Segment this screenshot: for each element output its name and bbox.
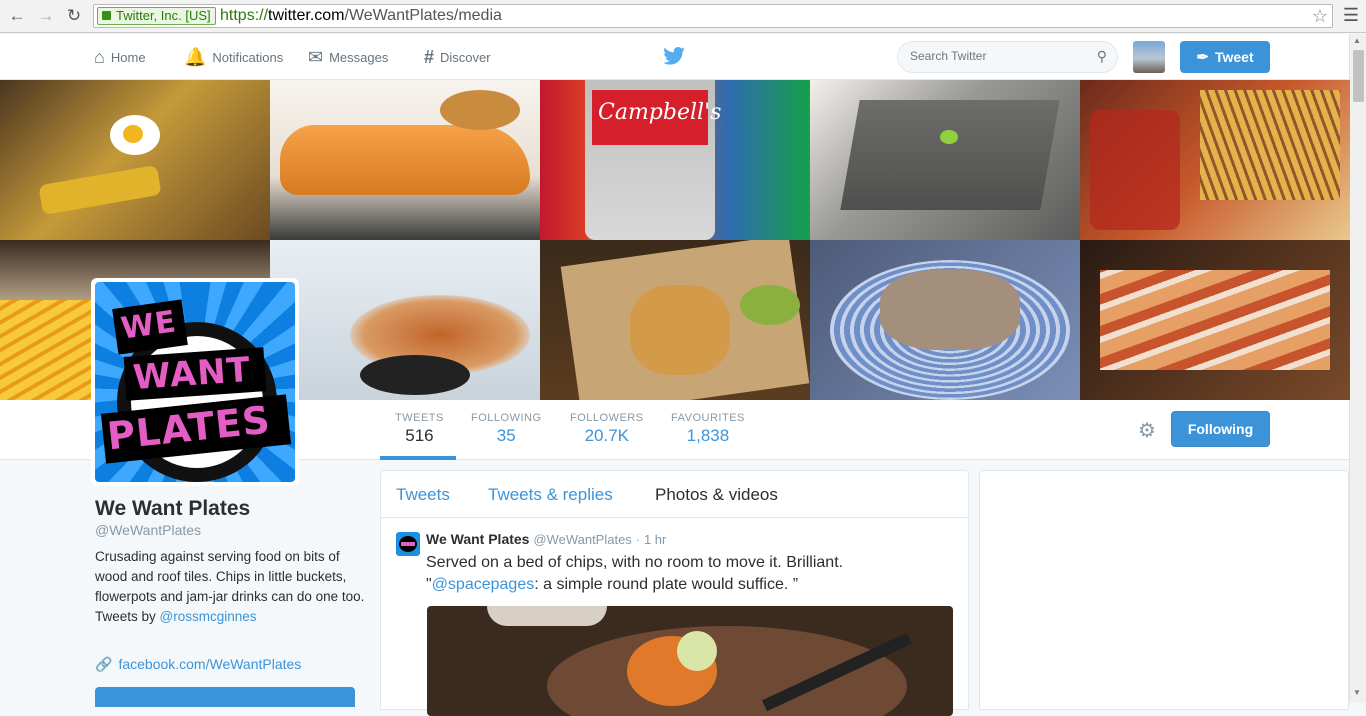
tweet-mention-link[interactable]: @spacepages [432,576,535,593]
tweet-author-handle[interactable]: @WeWantPlates [533,532,631,547]
avatar-logo-image: WE WANT PLATES [95,282,295,482]
stat-followers[interactable]: FOLLOWERS 20.7K [570,412,644,446]
ev-certificate-badge[interactable]: Twitter, Inc. [US] [97,7,216,25]
stat-following-value: 35 [496,426,516,445]
reload-icon[interactable]: ↻ [64,6,84,26]
media-timeline: Tweets Tweets & replies Photos & videos … [380,470,969,716]
hashtag-icon: # [424,46,435,67]
nav-home[interactable]: ⌂ Home [94,34,146,80]
url-text[interactable]: https://twitter.com/WeWantPlates/media [220,7,502,25]
tweet-header: We Want Plates @WeWantPlates · 1 hr [426,531,666,547]
tab-tweets[interactable]: Tweets [396,485,450,505]
scroll-down-arrow-icon[interactable]: ▼ [1353,688,1361,697]
hamburger-menu-icon[interactable]: ☰ [1341,5,1361,25]
scrollbar-thumb[interactable] [1353,50,1364,102]
profile-bio: Crusading against serving food on bits o… [95,547,365,627]
vertical-scrollbar[interactable]: ▲ ▼ [1349,34,1366,703]
right-sidebar [979,470,1349,710]
profile-website-text: facebook.com/WeWantPlates [118,656,302,672]
header-photo-afternoon-tea [1080,240,1350,400]
following-button[interactable]: Following [1171,411,1270,447]
stat-followers-value: 20.7K [584,426,629,445]
search-icon[interactable]: ⚲ [1097,48,1107,65]
lock-icon [102,11,111,20]
nav-discover-label: Discover [440,49,491,65]
nav-home-label: Home [110,49,146,65]
tab-photos-and-videos[interactable]: Photos & videos [655,485,778,505]
tweet-text: Served on a bed of chips, with no room t… [426,552,946,596]
user-avatar[interactable] [1133,41,1165,73]
compose-tweet-button[interactable]: ✒ Tweet [1180,41,1270,73]
link-icon: 🔗 [95,656,113,672]
avatar-text-want: WANT [131,349,253,399]
header-photo-fish-and-chips-box [540,240,810,400]
quill-icon: ✒ [1196,49,1209,66]
header-photo-bread-on-plate [810,240,1080,400]
stat-tweets[interactable]: TWEETS 516 [395,412,444,446]
nav-discover[interactable]: # Discover [424,34,491,80]
stat-following-label: FOLLOWING [471,412,542,424]
header-photo-food-in-shoe [270,80,540,240]
nav-notifications-label: Notifications [212,49,284,65]
stat-favourites-value: 1,838 [686,426,730,445]
url-path: /WeWantPlates/media [344,7,502,24]
compose-tweet-label: Tweet [1214,49,1254,65]
bookmark-star-icon[interactable]: ☆ [1312,6,1328,27]
nav-messages[interactable]: ✉ Messages [308,34,388,80]
sidebar-tweet-to-button[interactable] [95,687,355,707]
tweet-separator: · [635,532,641,547]
back-arrow-icon[interactable]: ← [7,6,27,26]
twitter-topbar: ⌂ Home 🔔 Notifications ✉ Messages # Disc… [0,34,1349,80]
profile-avatar[interactable]: WE WANT PLATES [91,278,299,486]
tweet-author-avatar[interactable] [396,532,420,556]
url-protocol: https:// [220,7,269,24]
envelope-icon: ✉ [308,46,324,67]
profile-website[interactable]: 🔗 facebook.com/WeWantPlates [95,656,301,673]
tweet-body: Served on a bed of chips, with no room t… [426,554,844,571]
search-box[interactable]: ⚲ [897,41,1118,73]
header-photo-food-on-shovel [0,80,270,240]
tweet-timestamp[interactable]: 1 hr [644,532,666,547]
tweet-photo[interactable] [427,606,953,716]
nav-messages-label: Messages [329,49,389,65]
header-photo-soup-can: Campbell's [540,80,810,240]
stat-favourites-label: FAVOURITES [671,412,745,424]
bio-mention-link[interactable]: @rossmcginnes [160,609,257,624]
forward-arrow-icon[interactable]: → [36,6,56,26]
profile-name[interactable]: We Want Plates [95,497,250,521]
ev-label: Twitter, Inc. [US] [116,8,211,23]
stat-tweets-value: 516 [405,426,434,445]
search-input[interactable] [910,49,1080,63]
gear-icon[interactable]: ⚙ [1138,418,1156,443]
active-stat-underline [380,456,456,460]
bell-icon: 🔔 [184,46,207,67]
profile-handle[interactable]: @WeWantPlates [95,522,201,538]
nav-notifications[interactable]: 🔔 Notifications [184,34,283,80]
twitter-bird-icon[interactable] [663,45,685,71]
browser-toolbar: ← → ↻ Twitter, Inc. [US] https://twitter… [0,0,1366,33]
header-photo-slate-block [810,80,1080,240]
tweet-quote-text: : a simple round plate would suffice. ” [534,576,799,593]
stat-tweets-label: TWEETS [395,412,444,424]
address-bar[interactable]: Twitter, Inc. [US] https://twitter.com/W… [93,4,1333,28]
home-icon: ⌂ [94,46,105,67]
scroll-up-arrow-icon[interactable]: ▲ [1353,36,1361,45]
stat-following[interactable]: FOLLOWING 35 [471,412,542,446]
url-host: twitter.com [268,7,345,24]
stat-favourites[interactable]: FAVOURITES 1,838 [671,412,745,446]
tweet-author-name[interactable]: We Want Plates [426,531,529,547]
header-photo-oyster [270,240,540,400]
timeline-tabs: Tweets Tweets & replies Photos & videos [381,471,968,518]
stat-followers-label: FOLLOWERS [570,412,644,424]
header-photo-jar-drink-fries [1080,80,1350,240]
tab-tweets-and-replies[interactable]: Tweets & replies [488,485,613,505]
